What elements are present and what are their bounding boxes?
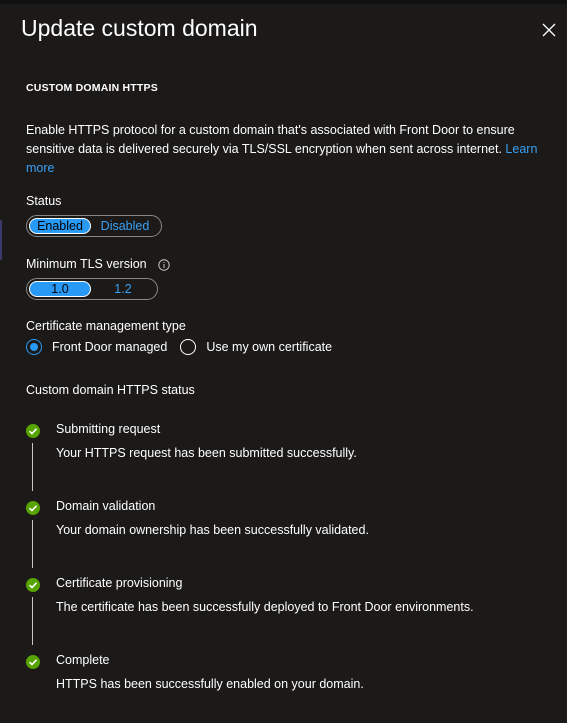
tls-option-1-2[interactable]: 1.2 [91, 281, 155, 297]
status-option-enabled[interactable]: Enabled [29, 218, 91, 234]
step-title: Domain validation [56, 499, 156, 513]
https-status-label: Custom domain HTTPS status [26, 383, 195, 397]
certificate-radio-group: Front Door managed Use my own certificat… [26, 339, 332, 355]
radio-front-door-managed[interactable] [26, 339, 42, 355]
left-edge-accent [0, 220, 2, 260]
tls-option-1-0[interactable]: 1.0 [29, 281, 91, 297]
step-description: The certificate has been successfully de… [56, 600, 474, 614]
step-description: HTTPS has been successfully enabled on y… [56, 677, 364, 691]
section-heading: CUSTOM DOMAIN HTTPS [26, 82, 158, 94]
description-text: Enable HTTPS protocol for a custom domai… [26, 123, 515, 156]
certificate-label: Certificate management type [26, 319, 186, 333]
success-check-icon [26, 424, 40, 438]
top-strip [0, 0, 567, 4]
close-icon[interactable] [541, 22, 557, 38]
success-check-icon [26, 655, 40, 669]
info-icon[interactable] [158, 258, 170, 271]
status-label: Status [26, 194, 62, 208]
step-connector [32, 443, 33, 491]
step-title: Certificate provisioning [56, 576, 183, 590]
radio-label-own-certificate[interactable]: Use my own certificate [206, 340, 332, 354]
tls-toggle: 1.0 1.2 [26, 278, 158, 300]
radio-own-certificate[interactable] [180, 339, 197, 355]
step-connector [32, 520, 33, 568]
tls-label: Minimum TLS version [26, 257, 147, 271]
step-description: Your domain ownership has been successfu… [56, 523, 369, 537]
status-toggle: Enabled Disabled [26, 215, 162, 237]
step-title: Submitting request [56, 422, 161, 436]
panel-title: Update custom domain [21, 15, 258, 41]
step-description: Your HTTPS request has been submitted su… [56, 446, 357, 460]
radio-label-front-door-managed[interactable]: Front Door managed [52, 340, 167, 354]
success-check-icon [26, 501, 40, 515]
section-description: Enable HTTPS protocol for a custom domai… [26, 121, 551, 178]
step-title: Complete [56, 653, 110, 667]
step-connector [32, 597, 33, 645]
status-option-disabled[interactable]: Disabled [91, 218, 159, 234]
success-check-icon [26, 578, 40, 592]
